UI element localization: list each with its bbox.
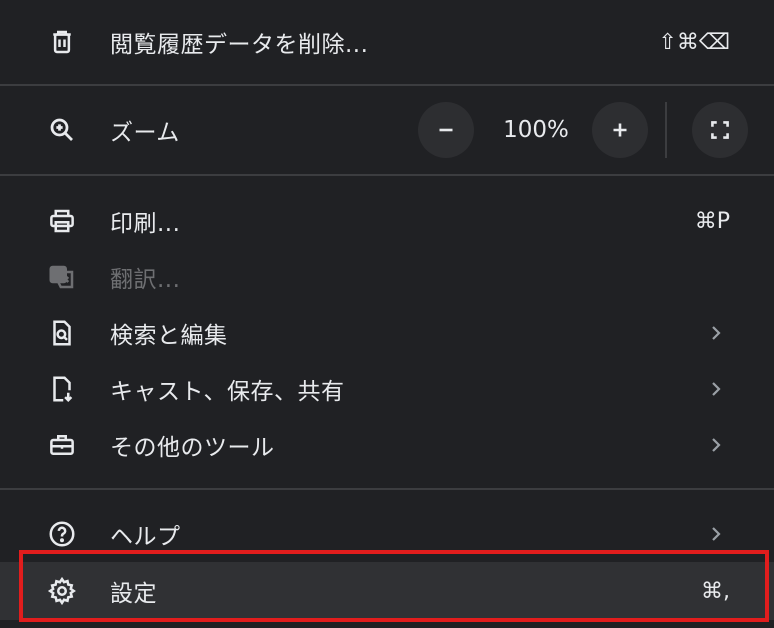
menu-divider [0,174,774,176]
annotation-highlight-box [19,550,769,622]
zoom-in-button[interactable] [592,102,648,158]
zoom-level: 100% [503,117,569,143]
menu-item-find-and-edit[interactable]: 検索と編集 [0,306,774,360]
menu-item-clear-browsing-data[interactable]: 閲覧履歴データを削除... ⇧⌘⌫ [0,14,774,70]
zoom-separator [665,102,667,158]
help-icon [46,518,78,550]
plus-icon [613,123,627,137]
menu-item-label: 検索と編集 [110,323,228,349]
browser-main-menu: 閲覧履歴データを削除... ⇧⌘⌫ ズーム 100% 印刷... ⌘P 翻訳..… [0,0,774,628]
fullscreen-button[interactable] [692,102,748,158]
chevron-right-icon [706,522,726,546]
zoom-icon [46,114,78,146]
trash-icon [46,26,78,58]
menu-item-label: その他のツール [110,435,275,461]
menu-item-cast-save-share[interactable]: キャスト、保存、共有 [0,362,774,416]
chevron-right-icon [706,433,726,457]
printer-icon [46,205,78,237]
menu-item-label: キャスト、保存、共有 [110,379,345,405]
chevron-right-icon [706,321,726,345]
menu-item-label: 翻訳... [110,267,181,293]
find-page-icon [46,317,78,349]
save-page-icon [46,373,78,405]
menu-divider [0,84,774,86]
minus-icon [439,128,453,132]
menu-item-label: ヘルプ [110,524,181,550]
translate-icon [46,261,78,293]
fullscreen-icon [711,121,729,139]
keyboard-shortcut: ⌘P [694,208,730,234]
toolbox-icon [46,429,78,461]
chevron-right-icon [706,377,726,401]
keyboard-shortcut: ⇧⌘⌫ [658,29,730,55]
zoom-out-button[interactable] [418,102,474,158]
menu-item-label: ズーム [110,120,180,146]
menu-item-zoom: ズーム 100% [0,102,774,158]
menu-divider [0,488,774,490]
menu-item-translate: 翻訳... [0,250,774,304]
menu-item-more-tools[interactable]: その他のツール [0,418,774,472]
menu-item-print[interactable]: 印刷... ⌘P [0,194,774,248]
menu-item-label: 印刷... [110,211,181,237]
menu-item-label: 閲覧履歴データを削除... [110,32,369,58]
